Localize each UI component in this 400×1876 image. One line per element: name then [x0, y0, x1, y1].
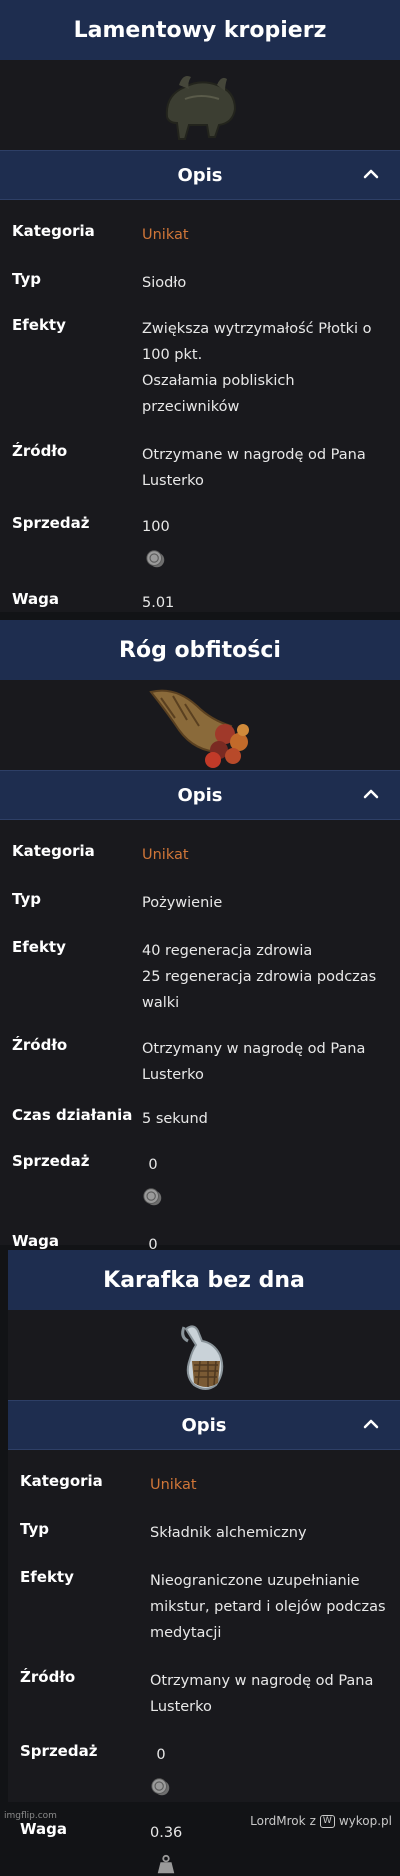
item-title: Róg obfitości [0, 620, 400, 680]
label-sprzedaz: Sprzedaż [12, 1152, 90, 1170]
label-kategoria: Kategoria [12, 842, 95, 860]
label-sprzedaz: Sprzedaż [12, 514, 90, 532]
row-kategoria: Kategoria Unikat [0, 222, 400, 248]
value-zrodlo: Otrzymane w nagrodę od Pana Lusterko [142, 447, 366, 489]
row-zrodlo: Źródło Otrzymany w nagrodę od Pana Luste… [0, 1036, 400, 1088]
author-name[interactable]: LordMrok [250, 1814, 305, 1828]
value-typ: Siodło [142, 275, 187, 291]
imgflip-watermark: imgflip.com [4, 1811, 57, 1821]
item-card-lamentowy-kropierz: Lamentowy kropierz Opis Kategoria Unikat… [0, 0, 400, 612]
value-efekty: Zwiększa wytrzymałość Płotki o 100 pkt. … [142, 321, 372, 415]
row-zrodlo: Źródło Otrzymane w nagrodę od Pana Luste… [0, 442, 400, 494]
value-kategoria: Unikat [142, 227, 189, 243]
section-header-opis[interactable]: Opis [0, 150, 400, 200]
value-zrodlo: Otrzymany w nagrodę od Pana Lusterko [142, 1041, 366, 1083]
label-efekty: Efekty [12, 938, 66, 956]
item-card-karafka-bez-dna: Karafka bez dna Opis Kategoria Unikat Ty… [8, 1250, 400, 1802]
row-efekty: Efekty Zwiększa wytrzymałość Płotki o 10… [0, 316, 400, 420]
coin-icon [142, 1186, 164, 1208]
value-kategoria: Unikat [142, 847, 189, 863]
item-title: Lamentowy kropierz [0, 0, 400, 60]
row-efekty: Efekty 40 regeneracja zdrowia 25 regener… [0, 938, 400, 1016]
value-typ: Składnik alchemiczny [150, 1525, 307, 1541]
label-waga: Waga [20, 1820, 67, 1838]
value-efekty: 40 regeneracja zdrowia 25 regeneracja zd… [142, 943, 377, 1011]
value-czas-dzialania: 5 sekund [142, 1111, 208, 1127]
item-title: Karafka bez dna [8, 1250, 400, 1310]
item-card-rog-obfitosci: Róg obfitości Opis Kategoria Unikat Typ … [0, 620, 400, 1245]
row-sprzedaz: Sprzedaż 0 [0, 1152, 400, 1208]
wykop-footer: LordMrok z W wykop.pl [250, 1814, 392, 1828]
label-efekty: Efekty [20, 1568, 74, 1586]
section-header-opis[interactable]: Opis [0, 770, 400, 820]
value-sprzedaz: 100 [142, 514, 170, 570]
wykop-logo-icon: W [319, 1814, 335, 1828]
weight-icon [155, 1854, 177, 1876]
label-kategoria: Kategoria [12, 222, 95, 240]
section-header-opis[interactable]: Opis [8, 1400, 400, 1450]
label-typ: Typ [20, 1520, 49, 1538]
value-sprzedaz: 0 [142, 1152, 164, 1208]
label-zrodlo: Źródło [20, 1668, 76, 1686]
label-czas-dzialania: Czas działania [12, 1106, 133, 1124]
value-typ: Pożywienie [142, 895, 223, 911]
value-efekty: Nieograniczone uzupełnianie mikstur, pet… [150, 1573, 386, 1641]
coin-icon [150, 1776, 172, 1798]
row-waga: Waga 0.36 [8, 1820, 400, 1876]
value-kategoria: Unikat [150, 1477, 197, 1493]
row-sprzedaz: Sprzedaż 100 [0, 514, 400, 570]
site-name[interactable]: wykop.pl [339, 1814, 392, 1828]
carafe-icon [181, 1325, 224, 1390]
value-zrodlo: Otrzymany w nagrodę od Pana Lusterko [150, 1673, 374, 1715]
label-sprzedaz: Sprzedaż [20, 1742, 98, 1760]
row-kategoria: Kategoria Unikat [0, 842, 400, 868]
chevron-up-icon[interactable] [362, 1415, 380, 1433]
section-title: Opis [181, 1414, 227, 1436]
saddle-icon [165, 76, 237, 140]
chevron-up-icon[interactable] [362, 165, 380, 183]
coin-icon [145, 548, 167, 570]
value-sprzedaz: 0 [150, 1742, 172, 1798]
label-efekty: Efekty [12, 316, 66, 334]
chevron-up-icon[interactable] [362, 785, 380, 803]
row-zrodlo: Źródło Otrzymany w nagrodę od Pana Luste… [8, 1668, 400, 1720]
row-typ: Typ Siodło [0, 270, 400, 296]
row-czas-dzialania: Czas działania 5 sekund [0, 1106, 400, 1132]
row-typ: Typ Pożywienie [0, 890, 400, 916]
row-efekty: Efekty Nieograniczone uzupełnianie mikst… [8, 1568, 400, 1646]
row-typ: Typ Składnik alchemiczny [8, 1520, 400, 1546]
label-zrodlo: Źródło [12, 1036, 68, 1054]
value-waga: 0.36 [150, 1820, 182, 1876]
row-sprzedaz: Sprzedaż 0 [8, 1742, 400, 1798]
cornucopia-icon [149, 689, 249, 768]
label-kategoria: Kategoria [20, 1472, 103, 1490]
label-typ: Typ [12, 270, 41, 288]
label-zrodlo: Źródło [12, 442, 68, 460]
section-title: Opis [177, 164, 223, 186]
section-title: Opis [177, 784, 223, 806]
label-typ: Typ [12, 890, 41, 908]
row-kategoria: Kategoria Unikat [8, 1472, 400, 1498]
